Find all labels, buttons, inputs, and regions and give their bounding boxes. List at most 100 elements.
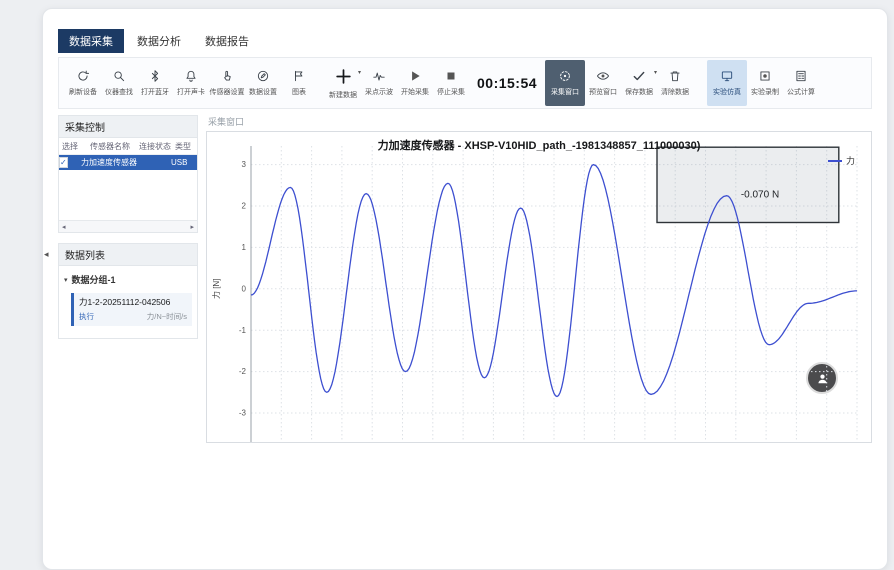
collect-window-button[interactable]: 采集窗口 xyxy=(545,60,585,106)
clear-data-button[interactable]: 清除数据 xyxy=(657,60,693,106)
scroll-left-icon[interactable]: ◂ xyxy=(62,223,66,231)
toolbar-button-label: 图表 xyxy=(292,87,306,97)
tab-data-collection[interactable]: 数据采集 xyxy=(58,29,124,53)
calc-icon xyxy=(794,69,808,85)
open-bluetooth-button[interactable]: 打开蓝牙 xyxy=(137,60,173,106)
sensor-name: 力加速度传感器 xyxy=(81,157,139,168)
flag-icon xyxy=(292,69,306,85)
content-area: 采集控制 选择传感器名称连接状态类型 ✓力加速度传感器USB ◂ ▸ 数据列表 … xyxy=(58,115,872,443)
svg-text:-2: -2 xyxy=(239,367,247,376)
force-chart[interactable]: 3 2 1 0 -1 -2 -3 力 [N] -0.070 N xyxy=(207,146,871,442)
toolbar: 刷新设备仪器查找打开蓝牙打开声卡传感器设置数据设置 图表 ▾新建数据采点示波开始采集… xyxy=(58,57,872,109)
tab-data-report[interactable]: 数据报告 xyxy=(194,29,260,53)
tab-data-analysis[interactable]: 数据分析 xyxy=(126,29,192,53)
check-icon xyxy=(632,69,646,85)
experiment-record-button[interactable]: 实验录制 xyxy=(747,60,783,106)
collect-window-label: 采集窗口 xyxy=(208,115,872,128)
data-list: ▾ 数据分组-1 力1-2-20251112-042506 执行 力/N~时间/… xyxy=(58,266,198,339)
data-item-axes: 力/N~时间/s xyxy=(147,311,187,322)
selection-value-label: -0.070 N xyxy=(741,190,779,201)
selection-region[interactable] xyxy=(657,147,839,222)
svg-text:1: 1 xyxy=(242,243,247,252)
main-area: 采集窗口 力加速度传感器 - XHSP-V10HID_path_-1981348… xyxy=(206,115,872,443)
data-group-label: 数据分组-1 xyxy=(72,273,116,286)
new-data-button[interactable]: ▾新建数据 xyxy=(325,60,361,106)
toolbar-button-label: 仪器查找 xyxy=(105,87,133,97)
refresh-icon xyxy=(76,69,90,85)
legend-series-label: 力 xyxy=(846,154,855,167)
sensor-table: 选择传感器名称连接状态类型 ✓ 力加速度传感器 USB ◂ ▸ xyxy=(58,138,198,233)
scroll-right-icon[interactable]: ▸ xyxy=(190,223,194,231)
svg-text:力 [N]: 力 [N] xyxy=(211,279,221,299)
save-data-button[interactable]: ▾保存数据 xyxy=(621,60,657,106)
toolbar-button-label: 新建数据 xyxy=(329,90,357,100)
column-header: 选择 xyxy=(59,141,81,152)
sensor-table-scrollbar[interactable]: ◂ ▸ xyxy=(59,220,197,232)
open-soundcard-button[interactable]: 打开声卡 xyxy=(173,60,209,106)
data-item-status: 执行 xyxy=(79,311,94,322)
sensor-type: USB xyxy=(171,158,195,167)
sensor-row[interactable]: ✓ 力加速度传感器 USB xyxy=(59,155,197,170)
wave-icon xyxy=(372,69,386,85)
stop-collect-button[interactable]: 停止采集 xyxy=(433,60,469,106)
main-tabs: 数据采集数据分析数据报告 xyxy=(43,9,887,53)
toolbar-button-label: 刷新设备 xyxy=(69,87,97,97)
point-sample-button[interactable]: 采点示波 xyxy=(361,60,397,106)
search-icon xyxy=(112,69,126,85)
play-icon xyxy=(408,69,422,85)
bluetooth-icon xyxy=(148,69,162,85)
toolbar-button-label: 数据设置 xyxy=(249,87,277,97)
stop-icon xyxy=(444,69,458,85)
toolbar-button-label: 开始采集 xyxy=(401,87,429,97)
svg-text:-1: -1 xyxy=(239,326,247,335)
toolbar-button-label: 打开蓝牙 xyxy=(141,87,169,97)
instrument-search-button[interactable]: 仪器查找 xyxy=(101,60,137,106)
data-settings-button[interactable]: 数据设置 xyxy=(245,60,281,106)
monitor-icon xyxy=(720,69,734,85)
toolbar-button-label: 传感器设置 xyxy=(210,87,245,97)
panel-collapse-arrow[interactable]: ◂ xyxy=(44,249,49,260)
svg-text:3: 3 xyxy=(242,160,247,169)
column-header: 连接状态 xyxy=(139,141,171,152)
toolbar-button-label: 清除数据 xyxy=(661,87,689,97)
sensor-settings-button[interactable]: 传感器设置 xyxy=(209,60,245,106)
start-collect-button[interactable]: 开始采集 xyxy=(397,60,433,106)
sensor-checkbox[interactable]: ✓ xyxy=(59,157,68,168)
left-panel: 采集控制 选择传感器名称连接状态类型 ✓力加速度传感器USB ◂ ▸ 数据列表 … xyxy=(58,115,198,339)
toolbar-button-label: 采集窗口 xyxy=(551,87,579,97)
toolbar-button-label: 打开声卡 xyxy=(177,87,205,97)
data-list-item[interactable]: 力1-2-20251112-042506 执行 力/N~时间/s xyxy=(71,293,192,326)
touch-icon xyxy=(220,69,234,85)
chart-legend: 力 xyxy=(828,154,855,167)
chart-title: 力加速度传感器 - XHSP-V10HID_path_-1981348857_1… xyxy=(207,132,871,153)
tree-expand-icon[interactable]: ▾ xyxy=(64,276,68,284)
record-icon xyxy=(758,69,772,85)
column-header: 类型 xyxy=(171,141,195,152)
plus-icon xyxy=(334,67,353,88)
toolbar-button-label: 公式计算 xyxy=(787,87,815,97)
bell-icon xyxy=(184,69,198,85)
experiment-sim-button[interactable]: 实验仿真 xyxy=(707,60,747,106)
svg-text:0: 0 xyxy=(242,284,247,293)
formula-calc-button[interactable]: 公式计算 xyxy=(783,60,819,106)
chart-view-button[interactable]: 图表 xyxy=(281,60,317,106)
pencil-icon xyxy=(256,69,270,85)
legend-line-icon xyxy=(828,160,842,162)
column-header: 传感器名称 xyxy=(81,141,139,152)
eye-icon xyxy=(596,69,610,85)
toolbar-button-label: 预览窗口 xyxy=(589,87,617,97)
trash-icon xyxy=(668,69,682,85)
toolbar-button-label: 实验录制 xyxy=(751,87,779,97)
sensor-table-header: 选择传感器名称连接状态类型 xyxy=(59,138,197,155)
toolbar-button-label: 保存数据 xyxy=(625,87,653,97)
app-window: 数据采集数据分析数据报告 刷新设备仪器查找打开蓝牙打开声卡传感器设置数据设置 图表… xyxy=(42,8,888,570)
data-item-title: 力1-2-20251112-042506 xyxy=(79,296,187,308)
collect-control-header: 采集控制 xyxy=(58,115,198,138)
target-icon xyxy=(558,69,572,85)
svg-text:-3: -3 xyxy=(239,409,247,418)
preview-window-button[interactable]: 预览窗口 xyxy=(585,60,621,106)
data-group-row[interactable]: ▾ 数据分组-1 xyxy=(64,273,192,286)
refresh-device-button[interactable]: 刷新设备 xyxy=(65,60,101,106)
svg-text:2: 2 xyxy=(242,202,247,211)
data-list-header: 数据列表 xyxy=(58,243,198,266)
